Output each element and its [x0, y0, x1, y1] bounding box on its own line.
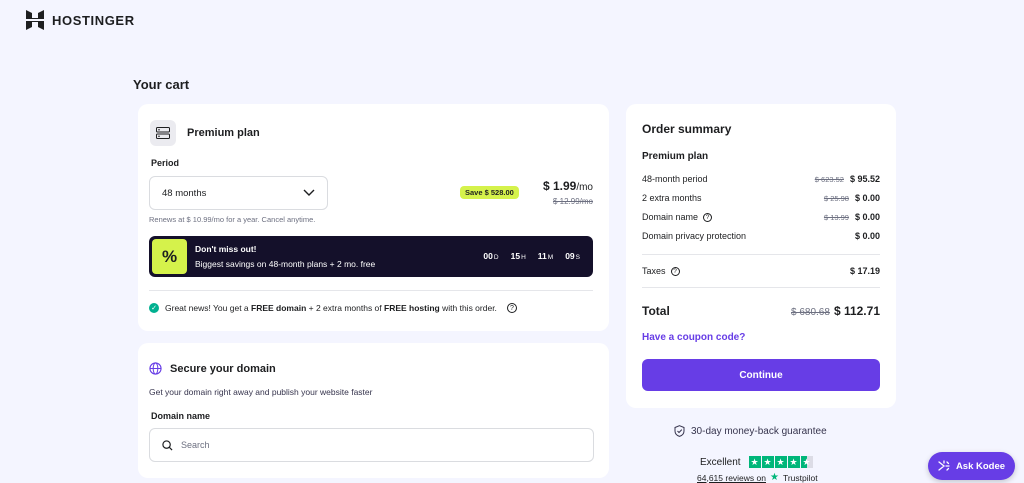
period-select[interactable]: 48 months	[149, 176, 328, 210]
coupon-link[interactable]: Have a coupon code?	[642, 332, 745, 343]
total-label: Total	[642, 304, 670, 318]
check-circle-icon: ✓	[149, 303, 159, 313]
save-badge: Save $ 528.00	[460, 186, 519, 199]
countdown-timer: 00D 15H 11M 09S	[483, 251, 580, 261]
promo-banner: % Don't miss out! Biggest savings on 48-…	[149, 236, 593, 277]
star-rating: ★ ★ ★ ★ ★	[748, 456, 813, 468]
divider	[642, 254, 880, 255]
free-offer-text: Great news! You get a FREE domain + 2 ex…	[165, 303, 497, 313]
domain-header: Secure your domain	[149, 362, 276, 375]
promo-subtitle: Biggest savings on 48-month plans + 2 mo…	[195, 259, 376, 269]
summary-row: Domain privacy protection $ 0.00	[642, 231, 880, 241]
help-icon[interactable]: ?	[506, 303, 517, 313]
help-icon[interactable]: ?	[703, 212, 713, 222]
server-icon	[150, 120, 176, 146]
countdown-hours: 15H	[510, 251, 526, 261]
reviews-link[interactable]: 64,615 reviews on	[697, 473, 766, 483]
total-price: $ 112.71	[833, 304, 880, 318]
hostinger-logo-icon[interactable]	[26, 10, 44, 30]
period-label: Period	[151, 158, 180, 168]
page-title: Your cart	[133, 77, 190, 92]
continue-button[interactable]: Continue	[642, 359, 880, 391]
summary-title: Order summary	[642, 122, 732, 136]
rating-text: Excellent	[700, 456, 741, 468]
total-row: Total $ 680.68 $ 112.71	[642, 302, 880, 320]
help-icon[interactable]: ?	[670, 266, 680, 276]
plan-price: $ 1.99/mo	[543, 179, 593, 193]
percent-icon: %	[152, 239, 187, 274]
summary-row: 48-month period $ 623.52 $ 95.52	[642, 174, 880, 184]
free-offer-message: ✓ Great news! You get a FREE domain + 2 …	[149, 303, 517, 313]
countdown-seconds: 09S	[565, 251, 580, 261]
ask-kodee-button[interactable]: Ask Kodee	[928, 452, 1015, 480]
countdown-minutes: 11M	[537, 251, 554, 261]
period-value: 48 months	[162, 187, 207, 199]
renew-note: Renews at $ 10.99/mo for a year. Cancel …	[149, 215, 316, 224]
globe-icon	[149, 362, 162, 375]
shield-check-icon	[674, 425, 685, 437]
trustpilot-reviews[interactable]: 64,615 reviews on ★ Trustpilot	[697, 472, 818, 483]
brand-name[interactable]: HOSTINGER	[52, 13, 135, 28]
summary-plan-name: Premium plan	[642, 151, 709, 162]
total-old-price: $ 680.68	[791, 307, 830, 318]
domain-label: Domain name	[151, 411, 211, 421]
kodee-icon	[938, 460, 950, 471]
order-summary-card: Order summary Premium plan 48-month peri…	[626, 104, 896, 408]
star-half-icon: ★	[800, 456, 813, 468]
star-icon: ★	[761, 456, 774, 468]
divider	[642, 287, 880, 288]
price-value: $ 1.99	[542, 179, 577, 193]
plan-card: Premium plan Period 48 months Renews at …	[138, 104, 609, 331]
trustpilot-star-icon: ★	[770, 472, 779, 483]
header: HOSTINGER	[26, 10, 135, 30]
price-unit: /mo	[576, 182, 593, 193]
summary-row: Domain name? $ 13.99 $ 0.00	[642, 212, 880, 222]
plan-name: Premium plan	[187, 127, 260, 139]
domain-description: Get your domain right away and publish y…	[149, 387, 373, 397]
trustpilot-brand: Trustpilot	[782, 472, 818, 483]
taxes-row: Taxes? $ 17.19	[642, 266, 880, 276]
countdown-days: 00D	[483, 251, 499, 261]
search-icon	[162, 439, 173, 451]
search-placeholder: Search	[181, 440, 210, 450]
chevron-down-icon	[303, 189, 315, 196]
trustpilot-rating: Excellent ★ ★ ★ ★ ★	[700, 456, 813, 468]
star-icon: ★	[748, 456, 761, 468]
promo-title: Don't miss out!	[195, 244, 257, 254]
money-back-guarantee: 30-day money-back guarantee	[674, 425, 827, 437]
domain-search-input[interactable]: Search	[149, 428, 594, 462]
domain-card: Secure your domain Get your domain right…	[138, 343, 609, 478]
divider	[149, 290, 593, 291]
star-icon: ★	[787, 456, 800, 468]
star-icon: ★	[774, 456, 787, 468]
summary-row: 2 extra months $ 25.98 $ 0.00	[642, 193, 880, 203]
domain-title: Secure your domain	[170, 362, 276, 375]
old-price: $ 12.99/mo	[552, 197, 593, 206]
